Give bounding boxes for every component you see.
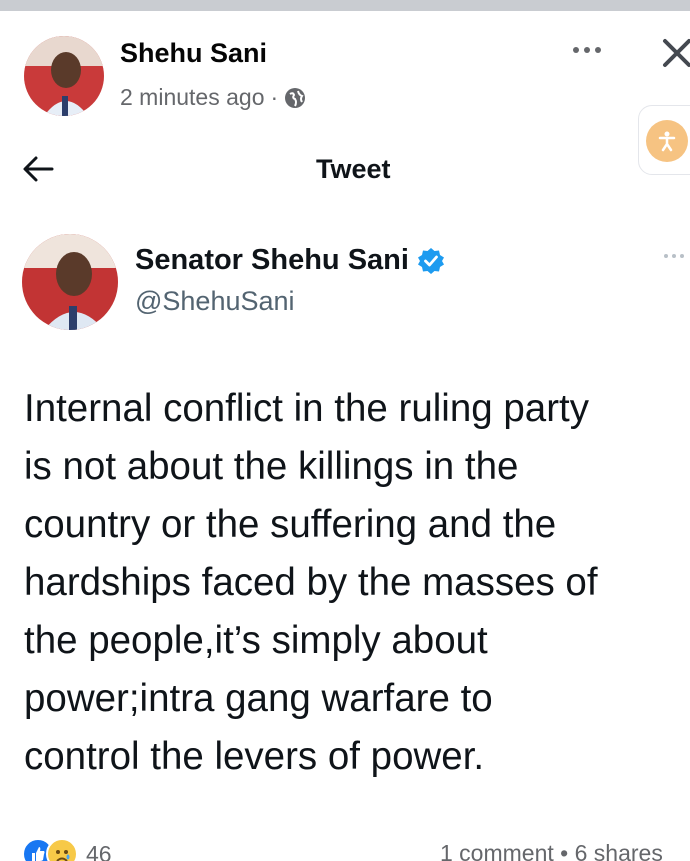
back-arrow-icon[interactable]	[22, 154, 56, 184]
engagement-summary[interactable]: 1 comment • 6 shares	[440, 840, 663, 861]
post-time[interactable]: 2 minutes ago	[120, 84, 264, 111]
tweet-text: Internal conflict in the ruling party is…	[24, 387, 598, 778]
tweet-author-name-row: Senator Shehu Sani	[135, 244, 445, 277]
top-strip	[0, 0, 690, 11]
reactions-summary[interactable]: 46	[22, 838, 112, 861]
post-meta: 2 minutes ago ·	[120, 84, 306, 111]
meta-separator: ·	[270, 84, 279, 110]
verified-icon	[417, 247, 445, 275]
more-options-icon[interactable]	[567, 38, 607, 62]
tweet-author-handle[interactable]: @ShehuSani	[135, 286, 295, 317]
close-icon[interactable]	[660, 36, 690, 70]
reaction-count: 46	[86, 840, 112, 861]
tweet-heading: Tweet	[316, 154, 391, 184]
author-name[interactable]: Shehu Sani	[120, 38, 267, 69]
tweet-author-name[interactable]: Senator Shehu Sani	[135, 244, 409, 277]
sad-icon	[46, 838, 78, 861]
tweet-author-avatar[interactable]	[22, 234, 118, 330]
tweet-more-icon[interactable]	[664, 254, 684, 258]
author-avatar[interactable]	[24, 36, 104, 116]
accessibility-icon[interactable]	[646, 120, 688, 162]
globe-icon	[284, 87, 306, 109]
